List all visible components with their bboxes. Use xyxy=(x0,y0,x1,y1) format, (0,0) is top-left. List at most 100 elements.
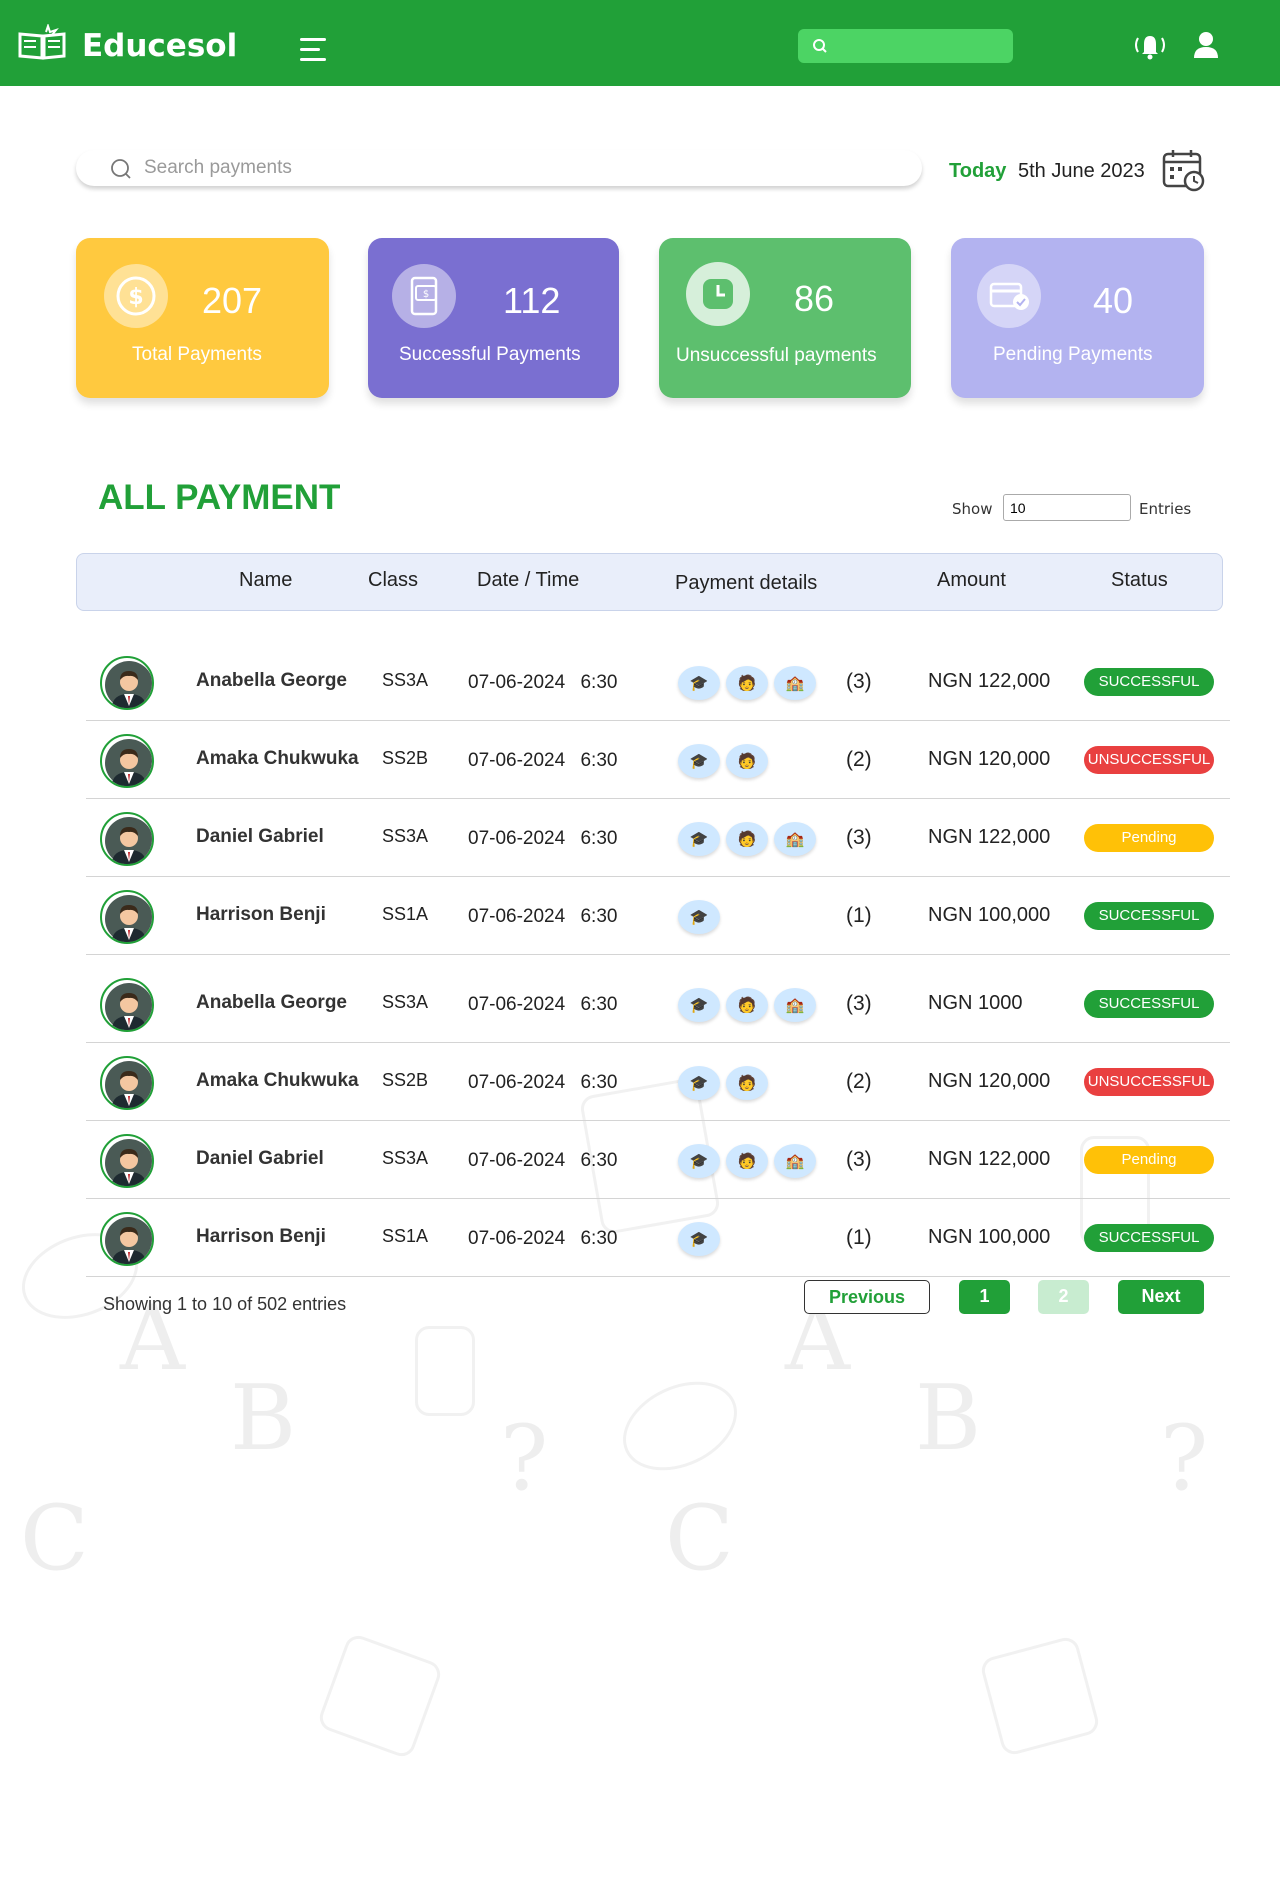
payment-details-count: (2) xyxy=(846,748,872,771)
payment-details-count: (3) xyxy=(846,992,872,1015)
table-header: Name Class Date / Time Payment details A… xyxy=(76,553,1223,611)
avatar xyxy=(100,734,154,788)
table-row[interactable]: Amaka Chukwuka SS2B 07-06-2024 6:30 🎓 🧑 (2) NG… xyxy=(86,1043,1230,1121)
payment-datetime: 07-06-2024 6:30 xyxy=(468,1072,618,1093)
page-2-button[interactable]: 2 xyxy=(1038,1280,1089,1314)
status-badge: Pending xyxy=(1084,824,1214,852)
table-row[interactable]: Harrison Benji SS1A 07-06-2024 6:30 🎓 (1) NGN… xyxy=(86,1199,1230,1277)
avatar xyxy=(100,656,154,710)
payment-datetime: 07-06-2024 6:30 xyxy=(468,750,618,771)
student-name: Amaka Chukwuka xyxy=(196,748,359,769)
student-icon[interactable]: 🧑 xyxy=(726,666,768,700)
calendar-icon[interactable] xyxy=(1162,148,1206,192)
pending-payments-value: 40 xyxy=(1093,280,1134,321)
table-row[interactable]: Daniel Gabriel SS3A 07-06-2024 6:30 🎓 🧑 🏫 (3) N… xyxy=(86,1121,1230,1199)
student-icon[interactable]: 🧑 xyxy=(726,1144,768,1178)
student-icon[interactable]: 🧑 xyxy=(726,988,768,1022)
entries-label: Entries xyxy=(1139,500,1192,518)
previous-button[interactable]: Previous xyxy=(804,1280,930,1314)
payment-details-count: (1) xyxy=(846,1226,872,1249)
book-icon xyxy=(18,24,66,60)
unsuccessful-payments-value: 86 xyxy=(794,278,835,319)
payment-amount: NGN 120,000 xyxy=(928,748,1051,770)
payment-amount: NGN 122,000 xyxy=(928,826,1051,848)
status-badge: UNSUCCESSFUL xyxy=(1084,746,1214,774)
header-class[interactable]: Class xyxy=(368,569,418,592)
table-row[interactable]: Amaka Chukwuka SS2B 07-06-2024 6:30 🎓 🧑 (2) NG… xyxy=(86,721,1230,799)
student-class: SS3A xyxy=(382,992,429,1012)
svg-text:$: $ xyxy=(423,289,429,300)
payment-details-count: (1) xyxy=(846,904,872,927)
brand-name[interactable]: Educesol xyxy=(82,28,237,64)
student-icon[interactable]: 🧑 xyxy=(726,744,768,778)
status-badge: SUCCESSFUL xyxy=(1084,1224,1214,1252)
avatar xyxy=(100,1134,154,1188)
stat-card-pending-payments[interactable]: 40 Pending Payments xyxy=(951,238,1204,398)
graduation-cap-icon[interactable]: 🎓 xyxy=(678,744,720,778)
total-payments-value: 207 xyxy=(202,280,263,321)
current-date: 5th June 2023 xyxy=(1018,160,1145,182)
mobile-payment-icon: $ xyxy=(392,264,456,328)
graduation-cap-icon[interactable]: 🎓 xyxy=(678,822,720,856)
payment-amount: NGN 122,000 xyxy=(928,670,1051,692)
stat-card-successful-payments[interactable]: $ 112 Successful Payments xyxy=(368,238,619,398)
dollar-refresh-icon: $ xyxy=(104,264,168,328)
header-status[interactable]: Status xyxy=(1111,569,1168,592)
graduation-cap-icon[interactable]: 🎓 xyxy=(678,1144,720,1178)
table-row[interactable]: Anabella George SS3A 07-06-2024 6:30 🎓 🧑 🏫 (3)… xyxy=(86,643,1230,721)
search-payments-input[interactable] xyxy=(144,154,864,182)
graduation-cap-icon[interactable]: 🎓 xyxy=(678,1066,720,1100)
stat-card-unsuccessful-payments[interactable]: 86 Unsuccessful payments xyxy=(659,238,911,398)
student-class: SS1A xyxy=(382,904,429,924)
next-button[interactable]: Next xyxy=(1118,1280,1204,1314)
payment-details-count: (3) xyxy=(846,1148,872,1171)
header-payment-details[interactable]: Payment details xyxy=(675,572,817,595)
school-icon[interactable]: 🏫 xyxy=(774,822,816,856)
user-icon[interactable] xyxy=(1192,30,1220,60)
status-badge: Pending xyxy=(1084,1146,1214,1174)
payment-datetime: 07-06-2024 6:30 xyxy=(468,828,618,849)
payment-datetime: 07-06-2024 6:30 xyxy=(468,994,618,1015)
search-payments-bar[interactable] xyxy=(76,150,922,186)
hamburger-icon[interactable] xyxy=(300,38,326,62)
header-name[interactable]: Name xyxy=(239,569,292,592)
student-class: SS1A xyxy=(382,1226,429,1246)
header-datetime[interactable]: Date / Time xyxy=(477,569,579,592)
table-row[interactable]: Harrison Benji SS1A 07-06-2024 6:30 🎓 (1) NGN… xyxy=(86,877,1230,955)
payment-amount: NGN 120,000 xyxy=(928,1070,1051,1092)
top-search-input[interactable] xyxy=(798,29,1013,63)
page-1-button[interactable]: 1 xyxy=(959,1280,1010,1314)
school-icon[interactable]: 🏫 xyxy=(774,988,816,1022)
payment-amount: NGN 1000 xyxy=(928,992,1023,1014)
table-row[interactable]: Daniel Gabriel SS3A 07-06-2024 6:30 🎓 🧑 🏫 (3) N… xyxy=(86,799,1230,877)
graduation-cap-icon[interactable]: 🎓 xyxy=(678,666,720,700)
graduation-cap-icon[interactable]: 🎓 xyxy=(678,988,720,1022)
status-badge: SUCCESSFUL xyxy=(1084,902,1214,930)
entries-count-input[interactable] xyxy=(1003,494,1131,521)
payment-amount: NGN 100,000 xyxy=(928,1226,1051,1248)
stat-card-total-payments[interactable]: $ 207 Total Payments xyxy=(76,238,329,398)
graduation-cap-icon[interactable]: 🎓 xyxy=(678,900,720,934)
student-name: Amaka Chukwuka xyxy=(196,1070,359,1091)
school-icon[interactable]: 🏫 xyxy=(774,1144,816,1178)
table-row[interactable]: Anabella George SS3A 07-06-2024 6:30 🎓 🧑 🏫 (3)… xyxy=(86,965,1230,1043)
school-icon[interactable]: 🏫 xyxy=(774,666,816,700)
payment-datetime: 07-06-2024 6:30 xyxy=(468,1228,618,1249)
header-amount[interactable]: Amount xyxy=(937,569,1006,592)
status-badge: SUCCESSFUL xyxy=(1084,990,1214,1018)
show-label: Show xyxy=(952,500,993,518)
avatar xyxy=(100,890,154,944)
payment-details-count: (3) xyxy=(846,826,872,849)
student-icon[interactable]: 🧑 xyxy=(726,1066,768,1100)
payment-amount: NGN 122,000 xyxy=(928,1148,1051,1170)
student-class: SS3A xyxy=(382,1148,429,1168)
bell-icon[interactable] xyxy=(1130,30,1170,60)
svg-text:$: $ xyxy=(128,285,143,310)
payment-details-count: (3) xyxy=(846,670,872,693)
student-icon[interactable]: 🧑 xyxy=(726,822,768,856)
student-name: Anabella George xyxy=(196,670,347,691)
today-label: Today xyxy=(949,160,1007,182)
payment-datetime: 07-06-2024 6:30 xyxy=(468,1150,618,1171)
student-class: SS3A xyxy=(382,670,429,690)
graduation-cap-icon[interactable]: 🎓 xyxy=(678,1222,720,1256)
